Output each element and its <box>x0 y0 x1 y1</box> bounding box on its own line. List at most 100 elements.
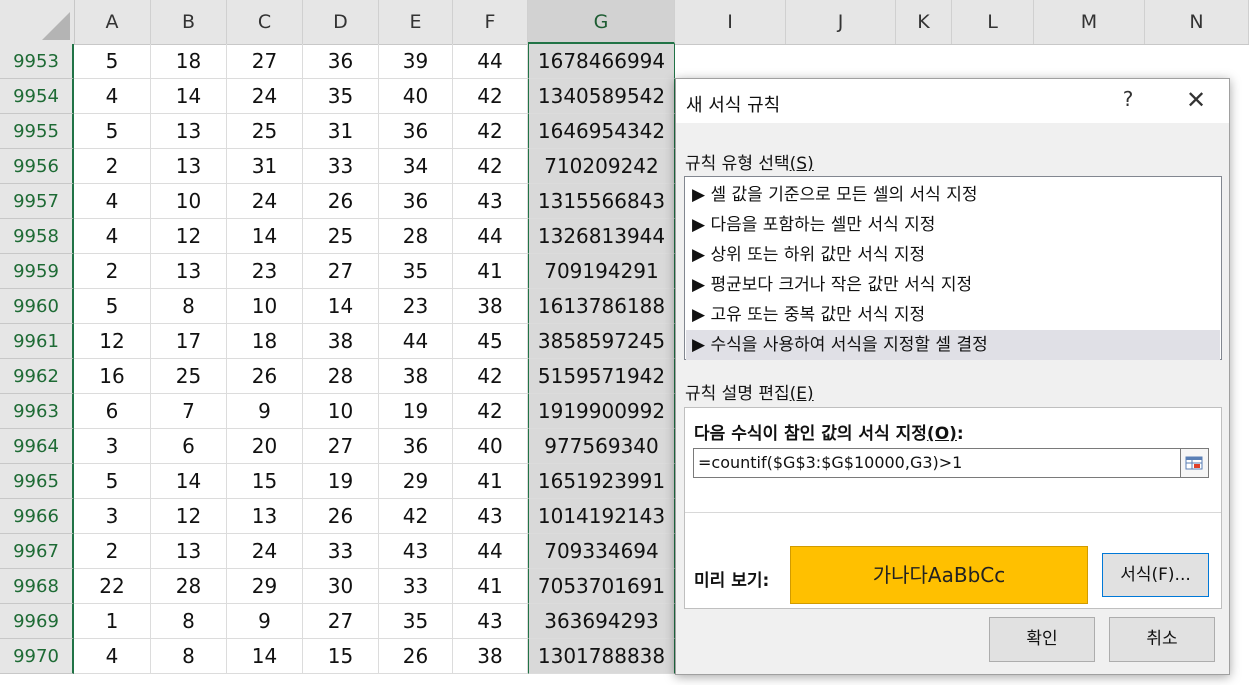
cell-d[interactable]: 33 <box>303 534 379 569</box>
cell-b[interactable]: 7 <box>151 394 227 429</box>
cell-c[interactable]: 27 <box>227 44 303 79</box>
row-header[interactable]: 9961 <box>0 324 74 359</box>
cell-e[interactable]: 33 <box>379 569 453 604</box>
cell-f[interactable]: 43 <box>453 499 528 534</box>
cell-a[interactable]: 5 <box>74 289 151 324</box>
column-header-e[interactable]: E <box>379 0 453 44</box>
row-header[interactable]: 9969 <box>0 604 74 639</box>
column-header-b[interactable]: B <box>151 0 227 44</box>
row-header[interactable]: 9968 <box>0 569 74 604</box>
rule-type-list[interactable]: ▶ 셀 값을 기준으로 모든 셀의 서식 지정 ▶ 다음을 포함하는 셀만 서식 … <box>684 176 1222 360</box>
dialog-title-bar[interactable]: 새 서식 규칙 ? ✕ <box>676 79 1229 123</box>
cell-f[interactable]: 43 <box>453 184 528 219</box>
row-header[interactable]: 9956 <box>0 149 74 184</box>
cell-d[interactable]: 33 <box>303 149 379 184</box>
cell-e[interactable]: 23 <box>379 289 453 324</box>
cell-g[interactable]: 1326813944 <box>528 219 675 254</box>
cell-g[interactable]: 363694293 <box>528 604 675 639</box>
row-header[interactable]: 9953 <box>0 44 74 79</box>
cell-e[interactable]: 36 <box>379 114 453 149</box>
formula-input[interactable]: =countif($G$3:$G$10000,G3)>1 <box>693 448 1181 478</box>
cell-c[interactable]: 26 <box>227 359 303 394</box>
cell-c[interactable]: 13 <box>227 499 303 534</box>
cell-e[interactable]: 42 <box>379 499 453 534</box>
cell-e[interactable]: 26 <box>379 639 453 674</box>
cell-d[interactable]: 38 <box>303 324 379 359</box>
cell-d[interactable]: 25 <box>303 219 379 254</box>
cell-a[interactable]: 4 <box>74 79 151 114</box>
rule-type-item[interactable]: ▶ 셀 값을 기준으로 모든 셀의 서식 지정 <box>686 180 1220 210</box>
cell-b[interactable]: 14 <box>151 79 227 114</box>
column-header-n[interactable]: N <box>1145 0 1249 44</box>
row-header[interactable]: 9967 <box>0 534 74 569</box>
cell-c[interactable]: 10 <box>227 289 303 324</box>
row-header[interactable]: 9970 <box>0 639 74 674</box>
column-header-l[interactable]: L <box>952 0 1034 44</box>
column-header-k[interactable]: K <box>896 0 952 44</box>
cell-a[interactable]: 5 <box>74 114 151 149</box>
row-header[interactable]: 9955 <box>0 114 74 149</box>
cell-d[interactable]: 27 <box>303 429 379 464</box>
cell-g[interactable]: 7053701691 <box>528 569 675 604</box>
cell-g[interactable]: 1646954342 <box>528 114 675 149</box>
cell-b[interactable]: 14 <box>151 464 227 499</box>
cell-b[interactable]: 13 <box>151 534 227 569</box>
cell-g[interactable]: 1340589542 <box>528 79 675 114</box>
cell-c[interactable]: 23 <box>227 254 303 289</box>
cell-e[interactable]: 35 <box>379 604 453 639</box>
cell-a[interactable]: 4 <box>74 219 151 254</box>
cell-b[interactable]: 17 <box>151 324 227 359</box>
cell-a[interactable]: 3 <box>74 499 151 534</box>
column-header-f[interactable]: F <box>453 0 528 44</box>
cell-f[interactable]: 44 <box>453 219 528 254</box>
cell-e[interactable]: 38 <box>379 359 453 394</box>
cell-f[interactable]: 42 <box>453 79 528 114</box>
rule-type-item[interactable]: ▶ 상위 또는 하위 값만 서식 지정 <box>686 240 1220 270</box>
cell-b[interactable]: 10 <box>151 184 227 219</box>
cell-g[interactable]: 3858597245 <box>528 324 675 359</box>
column-header-a[interactable]: A <box>74 0 151 44</box>
cell-d[interactable]: 14 <box>303 289 379 324</box>
row-header[interactable]: 9965 <box>0 464 74 499</box>
row-header[interactable]: 9963 <box>0 394 74 429</box>
cell-a[interactable]: 1 <box>74 604 151 639</box>
cell-b[interactable]: 13 <box>151 149 227 184</box>
rule-type-item[interactable]: ▶ 다음을 포함하는 셀만 서식 지정 <box>686 210 1220 240</box>
range-select-button[interactable] <box>1181 448 1209 478</box>
cell-b[interactable]: 12 <box>151 499 227 534</box>
cell-d[interactable]: 26 <box>303 184 379 219</box>
cell-e[interactable]: 36 <box>379 184 453 219</box>
cell-c[interactable]: 24 <box>227 79 303 114</box>
cell-a[interactable]: 4 <box>74 184 151 219</box>
cell-f[interactable]: 38 <box>453 639 528 674</box>
cell-c[interactable]: 31 <box>227 149 303 184</box>
cell-g[interactable]: 1678466994 <box>528 44 675 79</box>
cell-g[interactable]: 1301788838 <box>528 639 675 674</box>
cell-a[interactable]: 3 <box>74 429 151 464</box>
cell-d[interactable]: 28 <box>303 359 379 394</box>
column-header-i[interactable]: I <box>675 0 786 44</box>
cell-b[interactable]: 8 <box>151 604 227 639</box>
cell-a[interactable]: 2 <box>74 149 151 184</box>
column-header-c[interactable]: C <box>227 0 303 44</box>
cell-f[interactable]: 43 <box>453 604 528 639</box>
cell-g[interactable]: 710209242 <box>528 149 675 184</box>
cell-g[interactable]: 1919900992 <box>528 394 675 429</box>
cell-c[interactable]: 9 <box>227 604 303 639</box>
cell-e[interactable]: 43 <box>379 534 453 569</box>
cell-g[interactable]: 709334694 <box>528 534 675 569</box>
cell-a[interactable]: 4 <box>74 639 151 674</box>
cell-e[interactable]: 40 <box>379 79 453 114</box>
rule-type-item[interactable]: ▶ 수식을 사용하여 서식을 지정할 셀 결정 <box>686 330 1220 360</box>
row-header[interactable]: 9957 <box>0 184 74 219</box>
cell-g[interactable]: 977569340 <box>528 429 675 464</box>
cell-g[interactable]: 5159571942 <box>528 359 675 394</box>
row-header[interactable]: 9959 <box>0 254 74 289</box>
cell-f[interactable]: 42 <box>453 394 528 429</box>
cell-d[interactable]: 35 <box>303 79 379 114</box>
cell-a[interactable]: 22 <box>74 569 151 604</box>
cell-f[interactable]: 45 <box>453 324 528 359</box>
cell-e[interactable]: 36 <box>379 429 453 464</box>
cell-c[interactable]: 14 <box>227 219 303 254</box>
cell-a[interactable]: 5 <box>74 464 151 499</box>
